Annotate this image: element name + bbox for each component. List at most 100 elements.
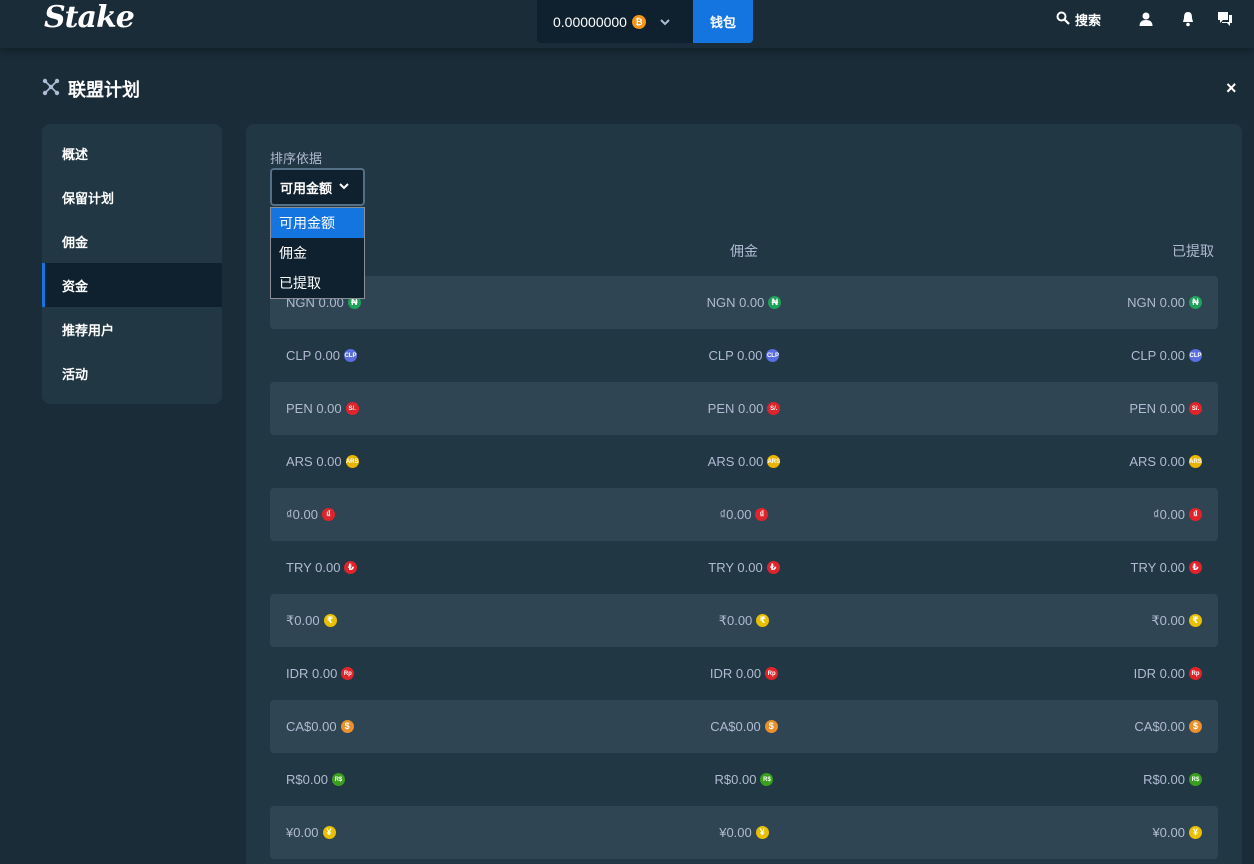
commission-amount-cell: ¥0.00 ¥ — [593, 825, 895, 840]
currency-icon: CLP — [1188, 349, 1202, 362]
amount-text: PEN 0.00 — [286, 401, 342, 416]
amount-text: CA$0.00 — [1134, 719, 1185, 734]
sidebar-item-overview[interactable]: 概述 — [42, 131, 222, 175]
table-row: ARS 0.00 ARS ARS 0.00 ARS ARS 0.00 ARS — [270, 435, 1218, 488]
amount-text: IDR 0.00 — [709, 666, 762, 681]
currency-icon: Rp — [341, 667, 355, 680]
currency-icon: CLP — [766, 349, 780, 362]
table-row: NGN 0.00 ₦ NGN 0.00 ₦ NGN 0.00 ₦ — [270, 276, 1218, 329]
table-row: TRY 0.00 ₺ TRY 0.00 ₺ TRY 0.00 ₺ — [270, 541, 1218, 594]
sort-option-commission[interactable]: 佣金 — [271, 238, 364, 268]
sort-label: 排序依据 — [270, 151, 323, 166]
table-row: ₫0.00 ₫ ₫0.00 ₫ ₫0.00 ₫ — [270, 488, 1218, 541]
amount-text: CA$0.00 — [286, 719, 337, 734]
chevron-down-icon — [338, 180, 350, 195]
chevron-down-icon — [659, 16, 671, 28]
chat-icon[interactable] — [1216, 10, 1234, 28]
sidebar-item-commission[interactable]: 佣金 — [42, 219, 222, 263]
withdrawn-amount-cell: TRY 0.00 ₺ — [900, 560, 1202, 575]
commission-amount-cell: ₹0.00 ₹ — [593, 613, 895, 629]
table-row: CLP 0.00 CLP CLP 0.00 CLP CLP 0.00 CLP — [270, 329, 1218, 382]
amount-text: PEN 0.00 — [707, 401, 764, 416]
commission-amount-cell: IDR 0.00 Rp — [593, 666, 895, 681]
commission-amount-cell: R$0.00 R$ — [593, 772, 895, 787]
funds-table: NGN 0.00 ₦ NGN 0.00 ₦ NGN 0.00 ₦ CLP 0.00 CLP CL… — [270, 276, 1218, 859]
search-icon — [1056, 11, 1070, 28]
withdrawn-amount-cell: NGN 0.00 ₦ — [900, 295, 1202, 310]
available-amount-cell: ARS 0.00 ARS — [286, 454, 588, 469]
amount-text: TRY 0.00 — [286, 560, 341, 575]
amount-text: CLP 0.00 — [708, 348, 763, 363]
sidebar-item-campaigns[interactable]: 活动 — [42, 351, 222, 395]
commission-amount-cell: CA$0.00 $ — [593, 719, 895, 734]
amount-text: ¥0.00 — [719, 825, 752, 840]
withdrawn-amount-cell: CLP 0.00 CLP — [900, 348, 1202, 363]
commission-amount-cell: NGN 0.00 ₦ — [593, 295, 895, 310]
amount-text: ₹0.00 — [1151, 612, 1185, 628]
currency-icon: ARS — [345, 455, 359, 468]
sort-select[interactable]: 可用金额 — [270, 168, 365, 206]
available-amount-cell: CLP 0.00 CLP — [286, 348, 588, 363]
table-row: ₹0.00 ₹ ₹0.00 ₹ ₹0.00 ₹ — [270, 594, 1218, 647]
table-row: ¥0.00 ¥ ¥0.00 ¥ ¥0.00 ¥ — [270, 806, 1218, 859]
column-header-withdrawn: 已提取 — [1172, 243, 1214, 259]
amount-text: CLP 0.00 — [1131, 348, 1185, 363]
available-amount-cell: R$0.00 R$ — [286, 772, 588, 787]
bitcoin-icon: ₿ — [631, 14, 646, 29]
amount-text: R$0.00 — [714, 772, 757, 787]
available-amount-cell: PEN 0.00 S/. — [286, 401, 588, 416]
user-icon[interactable] — [1137, 10, 1155, 28]
sidebar-item-retention[interactable]: 保留计划 — [42, 175, 222, 219]
amount-text: ₹0.00 — [286, 612, 320, 628]
withdrawn-amount-cell: CA$0.00 $ — [900, 719, 1202, 734]
currency-icon: R$ — [760, 773, 774, 786]
close-button[interactable]: × — [1226, 78, 1237, 99]
page-title: 联盟计划 — [42, 76, 140, 102]
commission-amount-cell: ARS 0.00 ARS — [593, 454, 895, 469]
amount-text: NGN 0.00 — [1127, 295, 1185, 310]
table-row: PEN 0.00 S/. PEN 0.00 S/. PEN 0.00 S/. — [270, 382, 1218, 435]
currency-icon: R$ — [331, 773, 345, 786]
commission-amount-cell: ₫0.00 ₫ — [593, 507, 895, 522]
sidebar-item-referred-users[interactable]: 推荐用户 — [42, 307, 222, 351]
amount-text: NGN 0.00 — [706, 295, 765, 310]
bell-icon[interactable] — [1179, 10, 1197, 28]
amount-text: ₹0.00 — [718, 612, 753, 628]
sort-select-value: 可用金额 — [280, 180, 333, 196]
page-title-text: 联盟计划 — [68, 80, 140, 100]
currency-icon: ₺ — [766, 561, 780, 574]
affiliate-icon — [42, 78, 60, 101]
currency-icon: ₹ — [1188, 614, 1202, 627]
wallet-button[interactable]: 钱包 — [693, 0, 753, 43]
available-amount-cell: IDR 0.00 Rp — [286, 666, 588, 681]
stake-logo[interactable]: Stake — [44, 0, 135, 35]
amount-text: ARS 0.00 — [707, 454, 764, 469]
amount-text: ₫0.00 — [719, 507, 752, 522]
sidebar-item-funds[interactable]: 资金 — [42, 263, 222, 307]
sort-dropdown: 可用金额 佣金 已提取 — [270, 207, 365, 299]
amount-text: ARS 0.00 — [286, 454, 342, 469]
table-row: CA$0.00 $ CA$0.00 $ CA$0.00 $ — [270, 700, 1218, 753]
withdrawn-amount-cell: R$0.00 R$ — [900, 772, 1202, 787]
currency-icon: ¥ — [755, 826, 769, 839]
withdrawn-amount-cell: ¥0.00 ¥ — [900, 825, 1202, 840]
withdrawn-amount-cell: ARS 0.00 ARS — [900, 454, 1202, 469]
sort-option-available[interactable]: 可用金额 — [271, 208, 364, 238]
amount-text: ₫0.00 — [1153, 507, 1185, 522]
balance-selector[interactable]: 0.00000000 ₿ — [537, 0, 693, 43]
available-amount-cell: ¥0.00 ¥ — [286, 825, 588, 840]
top-bar: Stake 0.00000000 ₿ 钱包 搜索 — [0, 0, 1254, 48]
amount-text: PEN 0.00 — [1129, 401, 1185, 416]
available-amount-cell: CA$0.00 $ — [286, 719, 588, 734]
amount-text: ¥0.00 — [286, 825, 319, 840]
available-amount-cell: ₹0.00 ₹ — [286, 613, 588, 629]
amount-text: CA$0.00 — [710, 719, 761, 734]
amount-text: TRY 0.00 — [708, 560, 763, 575]
amount-text: IDR 0.00 — [286, 666, 338, 681]
currency-icon: $ — [1188, 720, 1202, 733]
search-button[interactable]: 搜索 — [1056, 10, 1101, 28]
currency-icon: ¥ — [322, 826, 336, 839]
sort-option-withdrawn[interactable]: 已提取 — [271, 268, 364, 298]
withdrawn-amount-cell: ₫0.00 ₫ — [900, 507, 1202, 522]
currency-icon: $ — [764, 720, 778, 733]
